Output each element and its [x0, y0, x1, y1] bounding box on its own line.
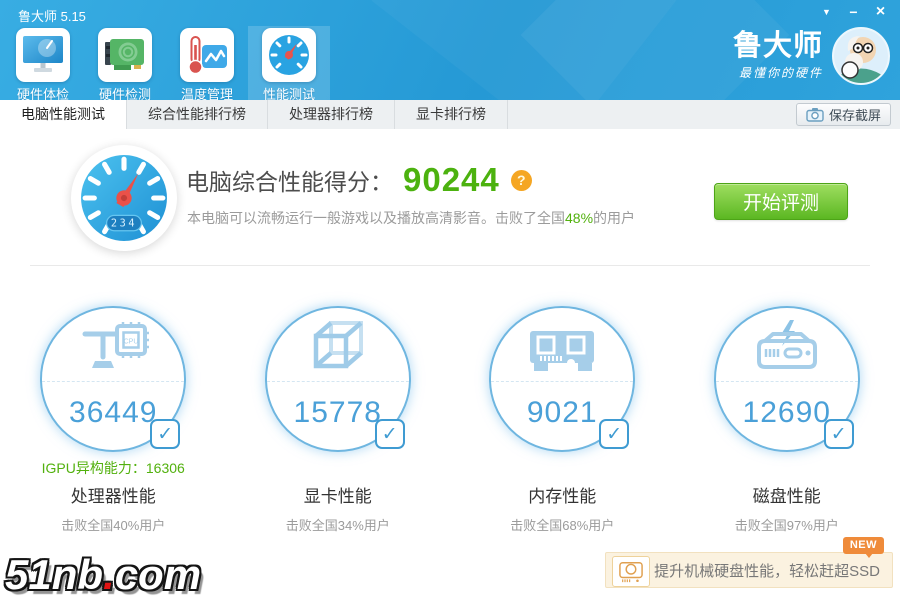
tab-cpu-ranking[interactable]: 处理器排行榜 [268, 100, 395, 129]
toolbar-item-temperature[interactable]: 温度管理 [166, 26, 248, 100]
toolbar-item-label: 温度管理 [181, 84, 233, 100]
toolbar-item-label: 硬件体检 [17, 84, 69, 100]
51nb-watermark: 51nb.com [5, 551, 201, 599]
disk-card-subtitle: 击败全国97%用户 [675, 515, 900, 534]
gpu-card-title: 显卡性能 [226, 482, 451, 507]
tab-overall-ranking[interactable]: 综合性能排行榜 [127, 100, 268, 129]
igpu-extra-score: IGPU异构能力：16306 [1, 458, 226, 479]
overall-score-line: 电脑综合性能得分： 90244 ? [186, 161, 532, 199]
close-icon[interactable]: × [867, 1, 894, 22]
disk-score-card: 12690 ✓ 磁盘性能 击败全国97%用户 [675, 306, 900, 534]
ram-card-title: 内存性能 [450, 482, 675, 507]
save-screenshot-label: 保存截屏 [829, 105, 881, 124]
camera-icon [806, 107, 824, 122]
cpu-card-title: 处理器性能 [1, 482, 226, 507]
main-content: 234 电脑综合性能得分： 90244 ? 本电脑可以流畅运行一般游戏以及播放高… [0, 129, 900, 600]
check-icon: ✓ [375, 419, 405, 449]
toolbar-item-performance-test[interactable]: 性能测试 [248, 26, 330, 100]
new-badge: NEW [843, 537, 884, 554]
toolbar-item-hardware-detect[interactable]: 硬件检测 [84, 26, 166, 100]
disk-promo-icon [612, 556, 650, 587]
cpu-score-circle: CPU 36449 ✓ [40, 306, 186, 452]
main-toolbar: 硬件体检 硬件检测 [2, 26, 330, 100]
card-extra-empty [675, 458, 900, 479]
window-controls: ▼ − × [813, 1, 894, 22]
cpu-score-card: CPU 36449 ✓ IGPU异构能力：16306 处理器性能 击败全国40%… [1, 306, 226, 534]
tab-pc-performance-test[interactable]: 电脑性能测试 [0, 100, 127, 129]
disk-card-title: 磁盘性能 [675, 482, 900, 507]
gpu-score-circle: 15778 ✓ [265, 306, 411, 452]
check-icon: ✓ [599, 419, 629, 449]
score-cards: CPU 36449 ✓ IGPU异构能力：16306 处理器性能 击败全国40%… [1, 306, 899, 534]
brand-logo-text: 鲁大师 [733, 31, 823, 61]
toolbar-item-label: 硬件检测 [99, 84, 151, 100]
window-menu-icon[interactable]: ▼ [813, 1, 840, 22]
cube-3d-icon [267, 308, 409, 382]
gauge-icon [262, 28, 316, 82]
gauge-value-text: 234 [111, 219, 137, 230]
disk-drive-icon [716, 308, 858, 382]
subtitle-text: 本电脑可以流畅运行一般游戏以及播放高清影音。击败了全国 [187, 210, 565, 226]
help-icon[interactable]: ? [511, 170, 532, 191]
thermometer-chart-icon [180, 28, 234, 82]
mascot-avatar [832, 27, 890, 85]
minimize-icon[interactable]: − [840, 1, 867, 22]
tab-bar: 电脑性能测试 综合性能排行榜 处理器排行榜 显卡排行榜 保存截屏 [0, 100, 900, 129]
card-extra-empty [226, 458, 451, 479]
window-title: 鲁大师 5.15 [18, 6, 86, 25]
toolbar-item-label: 性能测试 [263, 84, 315, 100]
save-screenshot-button[interactable]: 保存截屏 [796, 103, 891, 126]
cpu-card-subtitle: 击败全国40%用户 [1, 515, 226, 534]
check-icon: ✓ [150, 419, 180, 449]
monitor-checkup-icon [16, 28, 70, 82]
promo-text: 提升机械硬盘性能，轻松赶超SSD [654, 560, 880, 581]
overall-score-subtitle: 本电脑可以流畅运行一般游戏以及播放高清影音。击败了全国48%的用户 [187, 208, 635, 228]
ram-module-icon [491, 308, 633, 382]
ram-card-subtitle: 击败全国68%用户 [450, 515, 675, 534]
subtitle-suffix: 的用户 [593, 210, 635, 226]
gpu-card-subtitle: 击败全国34%用户 [226, 515, 451, 534]
section-divider [30, 265, 870, 266]
disk-score-circle: 12690 ✓ [714, 306, 860, 452]
cpu-chip-label: CPU [124, 339, 139, 346]
start-benchmark-button[interactable]: 开始评测 [714, 183, 848, 220]
brand-area: 鲁大师 最懂你的硬件 [733, 27, 890, 85]
brand-tagline: 最懂你的硬件 [733, 64, 823, 81]
card-extra-empty [450, 458, 675, 479]
ram-score-circle: 9021 ✓ [489, 306, 635, 452]
cpu-monitor-icon: CPU [42, 308, 184, 382]
tab-gpu-ranking[interactable]: 显卡排行榜 [395, 100, 508, 129]
ram-score-card: 9021 ✓ 内存性能 击败全国68%用户 [450, 306, 675, 534]
check-icon: ✓ [824, 419, 854, 449]
subtitle-percent: 48% [565, 210, 593, 226]
overall-score-value: 90244 [403, 161, 500, 199]
gpu-score-card: 15778 ✓ 显卡性能 击败全国34%用户 [226, 306, 451, 534]
promo-toast[interactable]: 提升机械硬盘性能，轻松赶超SSD NEW [605, 552, 893, 588]
toolbar-item-hardware-checkup[interactable]: 硬件体检 [2, 26, 84, 100]
score-gauge-icon: 234 [71, 145, 177, 251]
gpu-card-icon [98, 28, 152, 82]
app-header: 鲁大师 5.15 ▼ − × 硬件体检 [0, 0, 900, 100]
overall-score-title: 电脑综合性能得分： [186, 163, 393, 197]
